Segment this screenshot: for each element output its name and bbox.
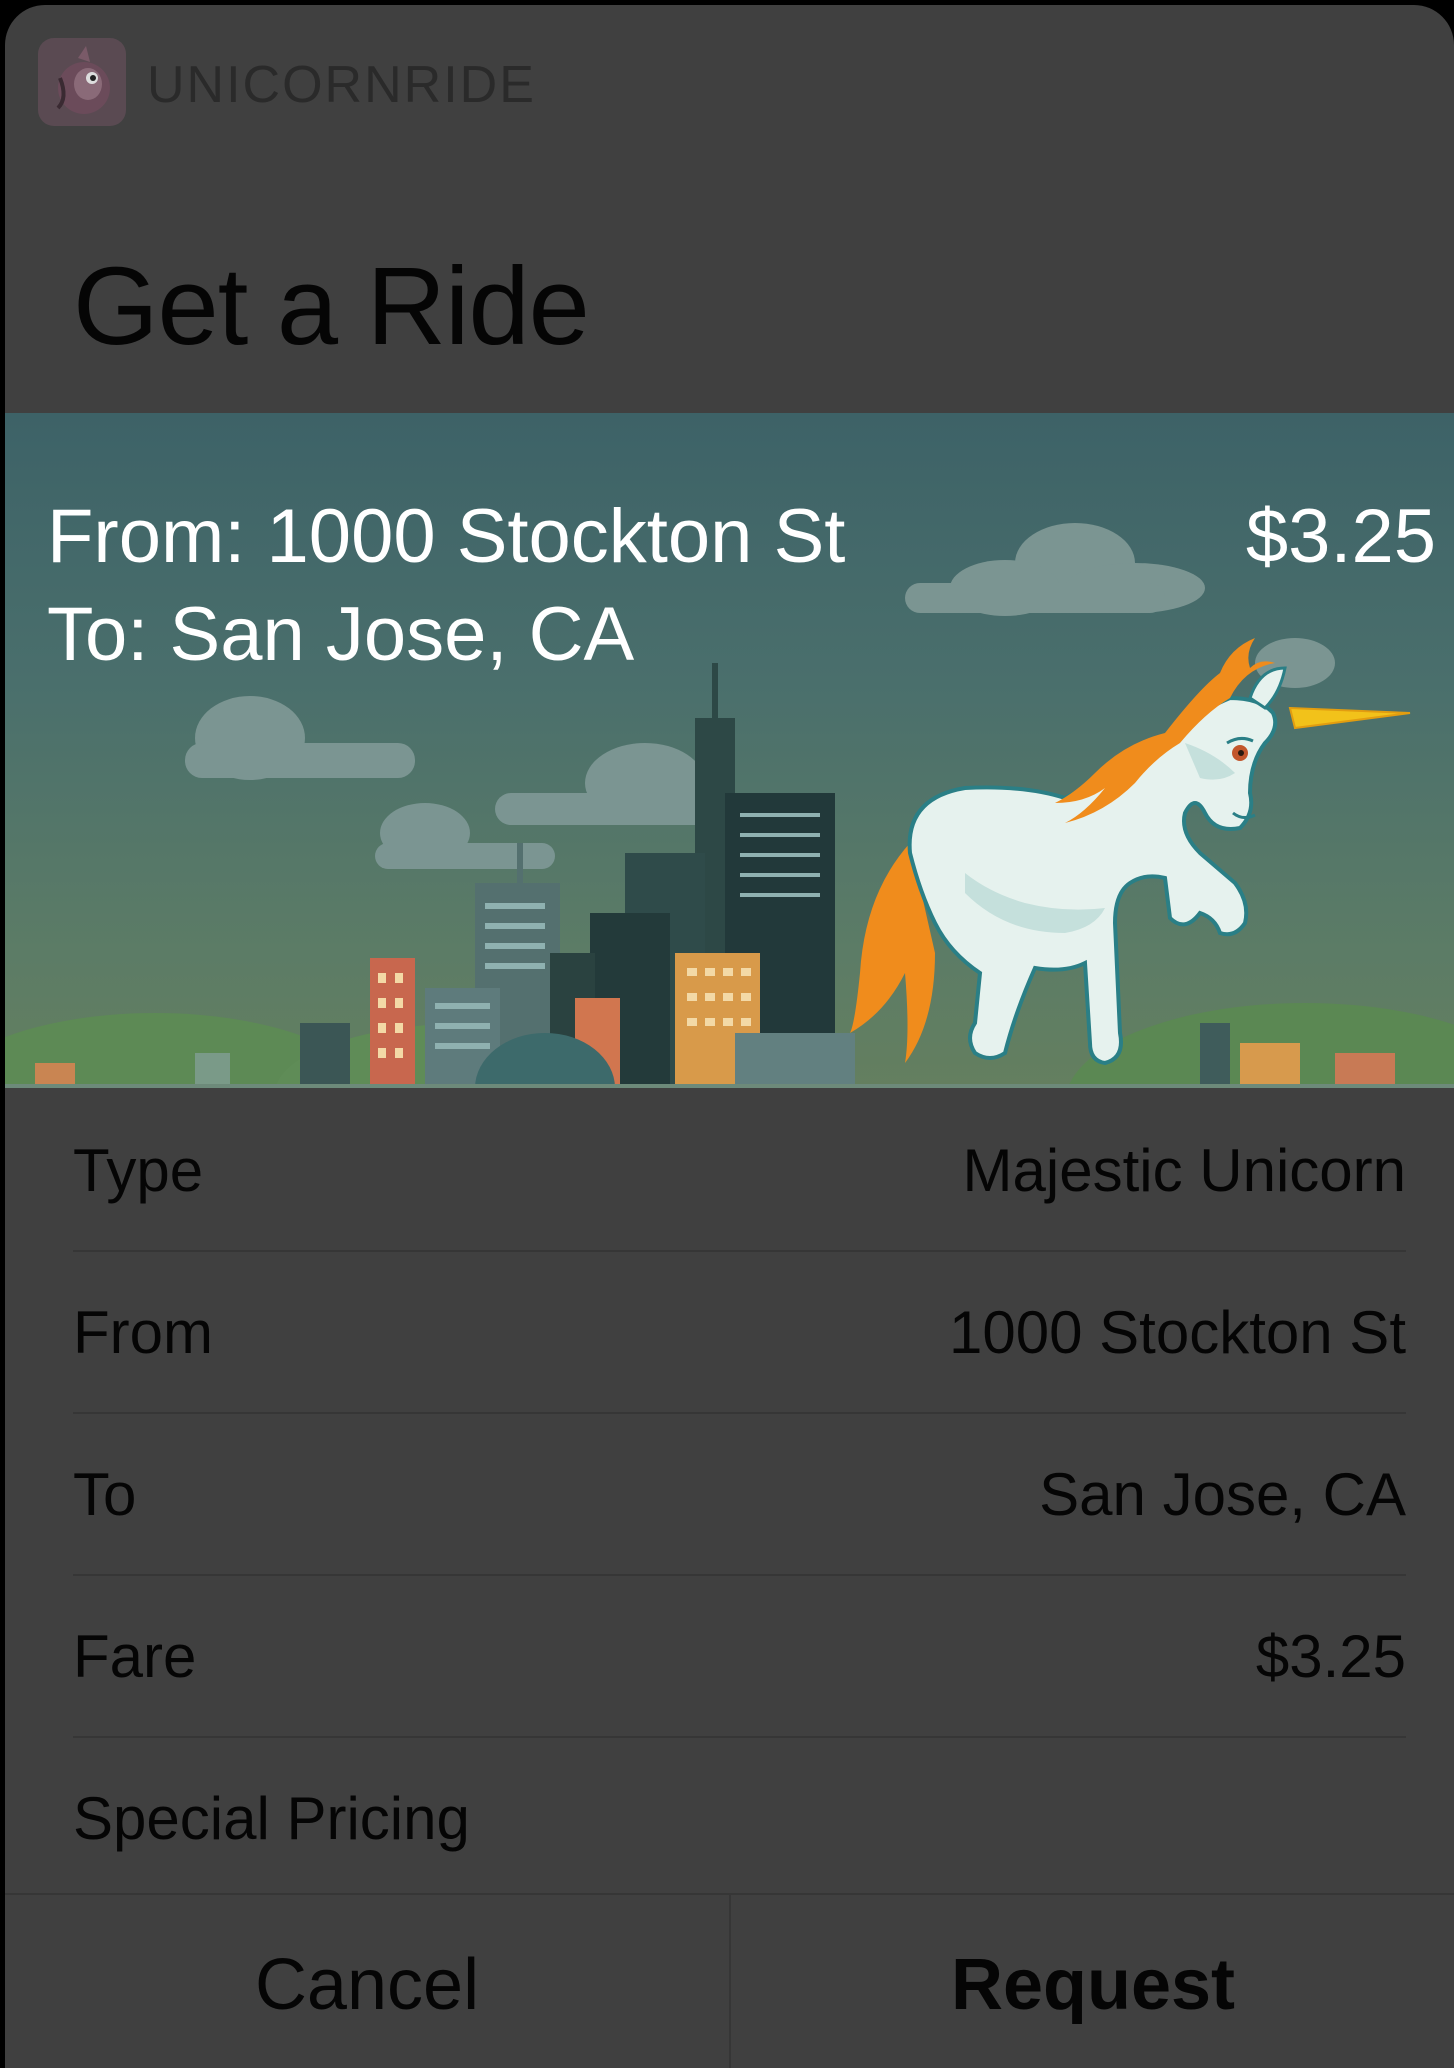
page-title: Get a Ride [73,245,590,368]
action-bar: Cancel Request [5,1893,1454,2068]
detail-row-to: To San Jose, CA [73,1412,1406,1576]
detail-value: 1000 Stockton St [949,1299,1406,1366]
hero-destination-text: To: San Jose, CA [47,592,635,677]
detail-value: Majestic Unicorn [962,1137,1406,1204]
cancel-button[interactable]: Cancel [5,1895,731,2068]
ride-request-sheet: UNICORNRIDE Get a Ride From: 1000 Stockt… [5,5,1454,2068]
hero-price: $3.25 [1245,494,1436,579]
app-header: UNICORNRIDE [5,5,1454,155]
detail-value: San Jose, CA [1039,1461,1406,1528]
detail-label: Type [73,1137,204,1204]
app-name: UNICORNRIDE [147,56,536,114]
detail-row-special-pricing: Special Pricing [73,1736,1406,1898]
detail-label: To [73,1461,137,1528]
unicorn-app-icon [38,38,126,126]
detail-row-from: From 1000 Stockton St [73,1250,1406,1414]
hero-pickup-text: From: 1000 Stockton St [47,494,846,579]
detail-value: $3.25 [1255,1623,1406,1690]
hero-banner: From: 1000 Stockton St To: San Jose, CA … [5,413,1454,1088]
detail-row-type: Type Majestic Unicorn [73,1088,1406,1252]
detail-row-fare: Fare $3.25 [73,1574,1406,1738]
request-button[interactable]: Request [731,1895,1454,2068]
detail-label: From [73,1299,213,1366]
detail-label: Special Pricing [73,1785,470,1852]
detail-label: Fare [73,1623,197,1690]
